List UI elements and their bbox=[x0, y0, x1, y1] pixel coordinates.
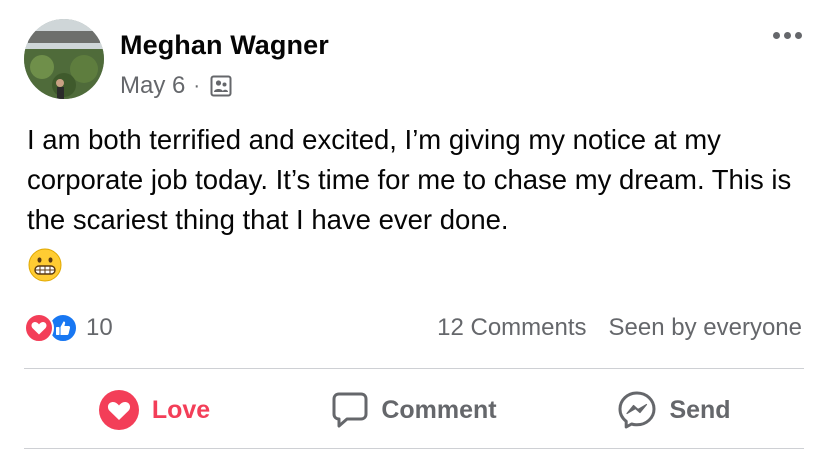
action-bar: Love Comment Send bbox=[24, 372, 804, 448]
post-stats: 12 Comments Seen by everyone bbox=[437, 314, 802, 342]
more-dot bbox=[795, 32, 802, 39]
comment-button[interactable]: Comment bbox=[284, 391, 544, 429]
divider bbox=[24, 368, 804, 369]
grimacing-face-emoji bbox=[28, 248, 62, 282]
comment-icon bbox=[332, 392, 368, 428]
love-button-label: Love bbox=[151, 395, 211, 424]
more-dot bbox=[773, 32, 780, 39]
author-name[interactable]: Meghan Wagner bbox=[120, 30, 329, 61]
send-button[interactable]: Send bbox=[544, 390, 804, 430]
love-reaction-icon bbox=[24, 313, 54, 343]
messenger-icon bbox=[618, 391, 656, 429]
meta-separator: · bbox=[193, 74, 201, 97]
avatar[interactable] bbox=[24, 19, 104, 99]
more-options-icon[interactable] bbox=[773, 32, 802, 39]
divider bbox=[24, 448, 804, 449]
reaction-count: 10 bbox=[86, 314, 113, 341]
comments-count-link[interactable]: 12 Comments bbox=[437, 314, 586, 342]
avatar-photo bbox=[24, 19, 104, 99]
send-button-label: Send bbox=[669, 395, 731, 424]
seen-by-label[interactable]: Seen by everyone bbox=[609, 314, 802, 342]
post-date[interactable]: May 6 bbox=[120, 72, 185, 100]
post-text: I am both terrified and excited, I’m giv… bbox=[27, 124, 792, 235]
post-meta: May 6 · bbox=[120, 72, 232, 100]
comment-button-label: Comment bbox=[381, 395, 497, 424]
friends-icon[interactable] bbox=[210, 75, 232, 97]
love-icon bbox=[98, 390, 139, 430]
more-dot bbox=[784, 32, 791, 39]
reactions-summary[interactable]: 10 bbox=[24, 313, 113, 343]
love-button[interactable]: Love bbox=[24, 389, 284, 431]
